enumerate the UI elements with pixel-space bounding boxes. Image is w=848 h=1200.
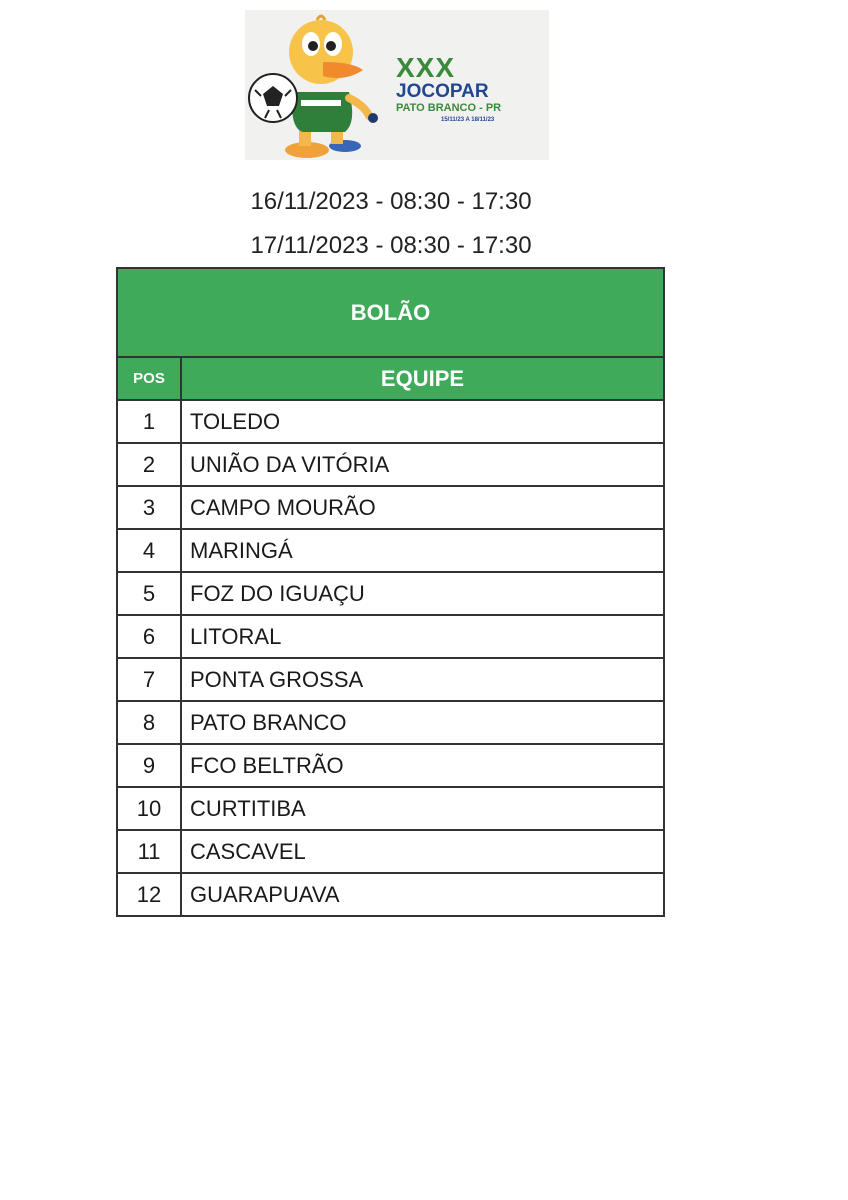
row-position: 11: [116, 829, 182, 874]
table-row: 11 CASCAVEL: [116, 829, 665, 874]
row-position: 10: [116, 786, 182, 831]
row-position: 1: [116, 399, 182, 444]
event-logo: XXX JOCOPAR PATO BRANCO - PR 15/11/23 A …: [245, 10, 549, 160]
row-team: UNIÃO DA VITÓRIA: [180, 442, 665, 487]
row-position: 4: [116, 528, 182, 573]
table-title: BOLÃO: [116, 267, 665, 358]
row-team: PATO BRANCO: [180, 700, 665, 745]
row-team: MARINGÁ: [180, 528, 665, 573]
row-team: CURTITIBA: [180, 786, 665, 831]
row-position: 8: [116, 700, 182, 745]
row-team: LITORAL: [180, 614, 665, 659]
logo-location: PATO BRANCO - PR: [396, 102, 502, 114]
table-row: 4 MARINGÁ: [116, 528, 665, 573]
table-row: 12 GUARAPUAVA: [116, 872, 665, 917]
table-row: 9 FCO BELTRÃO: [116, 743, 665, 788]
schedule-date-1: 16/11/2023 - 08:30 - 17:30: [250, 188, 532, 215]
row-position: 7: [116, 657, 182, 702]
schedule-date-2: 17/11/2023 - 08:30 - 17:30: [250, 232, 532, 259]
row-position: 3: [116, 485, 182, 530]
row-position: 5: [116, 571, 182, 616]
row-team: GUARAPUAVA: [180, 872, 665, 917]
table-title-row: BOLÃO: [116, 267, 665, 358]
table-row: 6 LITORAL: [116, 614, 665, 659]
row-team: CAMPO MOURÃO: [180, 485, 665, 530]
ranking-table: BOLÃO POS EQUIPE 1 TOLEDO 2 UNIÃO DA VIT…: [116, 267, 665, 917]
row-position: 2: [116, 442, 182, 487]
table-row: 5 FOZ DO IGUAÇU: [116, 571, 665, 616]
row-team: PONTA GROSSA: [180, 657, 665, 702]
row-position: 6: [116, 614, 182, 659]
table-row: 1 TOLEDO: [116, 399, 665, 444]
row-team: TOLEDO: [180, 399, 665, 444]
row-team: FOZ DO IGUAÇU: [180, 571, 665, 616]
logo-event-name: JOCOPAR: [396, 81, 489, 102]
row-position: 12: [116, 872, 182, 917]
row-position: 9: [116, 743, 182, 788]
duck-mascot-icon: [248, 14, 378, 158]
table-row: 7 PONTA GROSSA: [116, 657, 665, 702]
table-row: 10 CURTITIBA: [116, 786, 665, 831]
table-header-row: POS EQUIPE: [116, 356, 665, 401]
logo-edition-number: XXX: [396, 52, 456, 83]
table-row: 8 PATO BRANCO: [116, 700, 665, 745]
team-column-header: EQUIPE: [180, 356, 665, 401]
logo-event-dates: 15/11/23 A 18/11/23: [441, 117, 495, 123]
table-row: 2 UNIÃO DA VITÓRIA: [116, 442, 665, 487]
row-team: FCO BELTRÃO: [180, 743, 665, 788]
row-team: CASCAVEL: [180, 829, 665, 874]
table-row: 3 CAMPO MOURÃO: [116, 485, 665, 530]
pos-column-header: POS: [116, 356, 182, 401]
